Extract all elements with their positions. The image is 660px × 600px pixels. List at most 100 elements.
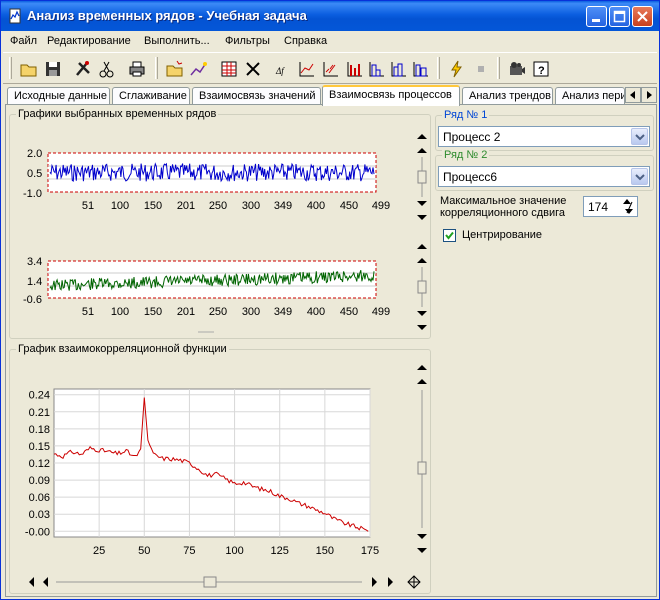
scroll-thumb[interactable] [203,576,217,588]
arrow-down-icon[interactable] [417,534,427,539]
tab-process-relation[interactable]: Взаимосвязь процессов [322,85,460,106]
scroll-thumb[interactable] [417,280,427,294]
series1-value: Процесс 2 [443,130,501,144]
camera-icon[interactable] [507,59,527,79]
tab-source-data[interactable]: Исходные данные [7,87,110,105]
xtick-label: 349 [274,200,292,212]
series2-dropdown-button[interactable] [631,168,648,185]
close-button[interactable] [632,6,653,27]
line-chart-icon[interactable] [297,59,317,79]
toolbar-separator [437,57,440,79]
stop-icon [478,66,484,72]
scroll-thumb[interactable] [417,461,427,475]
ccf-panel: График взаимокорреляционной функции 0.24… [9,343,431,594]
arrow-down-icon[interactable] [417,548,427,553]
open-folder-icon[interactable] [19,59,39,79]
ccf-ytick-label: -0.00 [25,526,50,538]
tab-smoothing[interactable]: Сглаживание [112,87,190,105]
chevron-down-icon [635,134,645,141]
tab-value-relation[interactable]: Взаимосвязь значений [192,87,321,105]
xtick-label: 51 [82,306,94,318]
arrow-down-icon[interactable] [417,201,427,206]
series2-group: Ряд № 2 Процесс6 [435,149,654,191]
series2-vscroll[interactable] [414,241,430,333]
arrow-down-icon[interactable] [417,215,427,220]
scatter-chart-icon[interactable] [321,59,341,79]
arrow-right-icon[interactable] [372,577,377,587]
arrow-up-icon[interactable] [417,148,427,153]
centering-checkbox[interactable] [443,229,456,242]
print-icon[interactable] [127,59,147,79]
wand-chart-icon[interactable] [189,59,209,79]
xtick-label: 300 [242,200,260,212]
series1-dropdown-button[interactable] [631,128,648,145]
lightning-icon[interactable] [447,59,467,79]
title-bar[interactable]: Анализ временных рядов - Учебная задача [1,1,659,31]
menu-help[interactable]: Справка [284,35,327,47]
tab-period-analysis[interactable]: Анализ пери [555,87,625,105]
arrow-up-icon[interactable] [417,134,427,139]
toolbar: Δf ? [3,52,657,84]
arrow-right-icon[interactable] [388,577,393,587]
arrow-left-icon[interactable] [43,577,48,587]
ccf-xtick-label: 50 [138,545,150,557]
help-icon[interactable]: ? [531,59,551,79]
arrow-down-icon[interactable] [417,311,427,316]
menu-filters[interactable]: Фильтры [225,35,270,47]
toolbar-grip[interactable] [9,57,12,79]
delete-icon[interactable] [243,59,263,79]
spin-arrows-icon[interactable] [620,198,636,215]
histogram-wide-icon[interactable] [411,59,431,79]
xtick-label: 100 [111,306,129,318]
maximize-button[interactable] [609,6,630,27]
move-icon[interactable] [407,575,421,589]
series2-label: Ряд № 2 [442,149,490,161]
series1-select[interactable]: Процесс 2 [438,126,650,147]
series1-ytick: 0.5 [27,168,42,180]
arrow-up-icon[interactable] [417,379,427,384]
chevron-down-icon [635,174,645,181]
ccf-ytick-label: 0.24 [29,390,50,402]
ccf-chart: 0.24 0.21 0.18 0.15 0.12 0.09 0.06 0.03 -0.00 25… [25,388,379,557]
bar-chart-icon[interactable] [345,59,365,79]
histogram-alt-icon[interactable] [389,59,409,79]
delta-f-icon[interactable]: Δf [273,59,293,79]
histogram-icon[interactable] [367,59,387,79]
cut-icon[interactable] [97,59,117,79]
ccf-vscroll[interactable] [414,362,430,558]
ccf-hscroll[interactable] [26,574,430,590]
arrow-down-icon[interactable] [417,325,427,330]
check-icon [445,231,454,240]
menu-file[interactable]: Файл [10,35,37,47]
tab-scroll-left-button[interactable] [625,87,641,103]
arrow-up-icon[interactable] [417,365,427,370]
ccf-ytick-label: 0.15 [29,441,50,453]
open-series-icon[interactable] [165,59,185,79]
arrow-up-icon[interactable] [417,244,427,249]
save-icon[interactable] [43,59,63,79]
series1-label: Ряд № 1 [442,109,490,121]
arrow-left-icon[interactable] [29,577,34,587]
menu-edit[interactable]: Редактирование [47,35,131,47]
max-shift-spinner[interactable]: 174 [583,196,638,217]
ccf-xtick-label: 125 [271,545,289,557]
tools-icon[interactable] [73,59,93,79]
tab-scroll-right-button[interactable] [641,87,657,103]
centering-label[interactable]: Центрирование [462,229,542,241]
tab-trend-analysis[interactable]: Анализ трендов [462,87,553,105]
series2-select[interactable]: Процесс6 [438,166,650,187]
arrow-up-icon[interactable] [417,258,427,263]
table-icon[interactable] [219,59,239,79]
minimize-button[interactable] [586,6,607,27]
series1-vscroll[interactable] [414,131,430,223]
xtick-label: 250 [209,200,227,212]
menu-run[interactable]: Выполнить... [144,35,210,47]
scroll-thumb[interactable] [417,170,427,184]
svg-text:Δf: Δf [275,66,285,76]
arrow-left-icon [630,91,635,99]
maximize-icon [613,10,626,23]
xtick-label: 400 [307,306,325,318]
series-panel: Графики выбранных временных рядов 2.0 0.… [9,108,431,339]
ccf-ytick-label: 0.21 [29,407,50,419]
ccf-ytick-label: 0.18 [29,424,50,436]
